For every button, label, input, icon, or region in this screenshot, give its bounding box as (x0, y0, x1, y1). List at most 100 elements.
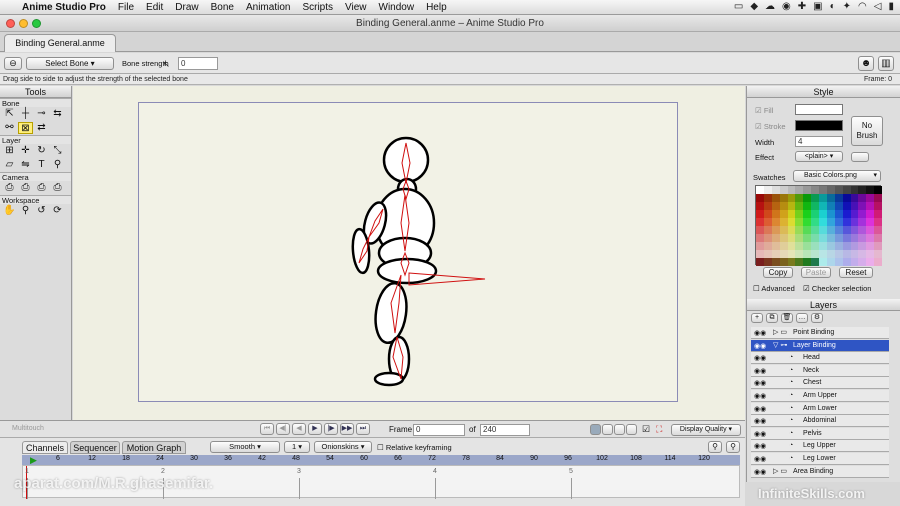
track-camera-icon[interactable]: ⎙ (2, 182, 17, 194)
visibility-eye-icon[interactable]: ◉◉ (754, 366, 766, 378)
color-swatch[interactable] (756, 258, 764, 266)
stroke-checkbox[interactable]: ☑ Stroke (755, 122, 786, 131)
color-swatch[interactable] (795, 202, 804, 210)
color-swatch[interactable] (803, 250, 812, 258)
tab-motion-graph[interactable]: Motion Graph (122, 441, 186, 454)
color-swatch[interactable] (771, 234, 780, 242)
color-swatch[interactable] (826, 202, 835, 210)
menu-help[interactable]: Help (420, 2, 453, 13)
color-swatch[interactable] (795, 250, 804, 258)
select-bone-button[interactable]: Select Bone ▾ (26, 57, 114, 70)
color-swatch[interactable] (819, 218, 827, 226)
text-icon[interactable]: T (34, 159, 49, 171)
color-swatch[interactable] (756, 242, 764, 250)
rewind-button[interactable]: ⏮ (260, 423, 274, 435)
view-split-icon[interactable] (602, 424, 613, 435)
color-swatch[interactable] (834, 242, 843, 250)
color-swatch[interactable] (819, 226, 827, 234)
color-swatch[interactable] (858, 258, 867, 266)
color-swatch[interactable] (787, 234, 796, 242)
color-swatch[interactable] (819, 210, 827, 218)
color-swatch[interactable] (803, 210, 812, 218)
color-swatch[interactable] (763, 258, 772, 266)
color-swatch[interactable] (811, 210, 819, 218)
color-swatch[interactable] (771, 210, 780, 218)
interpolation-select[interactable]: Smooth ▾ (210, 441, 280, 453)
color-swatch[interactable] (787, 186, 796, 194)
color-swatch[interactable] (779, 234, 788, 242)
color-swatch[interactable] (834, 194, 843, 202)
color-swatch[interactable] (834, 226, 843, 234)
layer-row[interactable]: ◉◉ ◔ Head (751, 352, 889, 365)
color-swatch[interactable] (819, 258, 827, 266)
status-icon[interactable]: ▣ (813, 1, 822, 12)
color-swatch[interactable] (842, 186, 851, 194)
color-swatch[interactable] (803, 234, 812, 242)
color-swatch[interactable] (811, 250, 819, 258)
color-swatch[interactable] (874, 202, 882, 210)
delete-layer-icon[interactable]: 🗑 (781, 313, 793, 323)
select-bone-icon[interactable]: ⇱ (2, 108, 17, 120)
layer-row[interactable]: ◉◉ ◔ Leg Lower (751, 453, 889, 465)
color-swatch[interactable] (826, 186, 835, 194)
color-swatch[interactable] (811, 258, 819, 266)
color-swatch[interactable] (858, 234, 867, 242)
menu-window[interactable]: Window (373, 2, 421, 13)
shear-layer-icon[interactable]: ▱ (2, 159, 17, 171)
color-swatch[interactable] (858, 202, 867, 210)
color-swatch[interactable] (811, 194, 819, 202)
color-swatch[interactable] (763, 242, 772, 250)
color-swatch[interactable] (866, 258, 875, 266)
color-swatch[interactable] (834, 186, 843, 194)
zoom-in-timeline-icon[interactable]: ⚲ (708, 441, 722, 453)
layer-row[interactable]: ◉◉ ▷ ▭ Area Binding (751, 465, 889, 478)
fast-forward-button[interactable]: ▶▶ (340, 423, 354, 435)
color-swatch[interactable] (787, 202, 796, 210)
color-swatch[interactable] (834, 202, 843, 210)
zoom-out-timeline-icon[interactable]: ⚲ (726, 441, 740, 453)
color-swatch[interactable] (834, 234, 843, 242)
color-swatch[interactable] (858, 194, 867, 202)
status-icon[interactable]: ✦ (843, 1, 851, 12)
close-window-button[interactable] (6, 19, 15, 28)
menu-edit[interactable]: Edit (140, 2, 169, 13)
layer-row[interactable]: ◉◉ ◔ Abdominal (751, 415, 889, 428)
color-swatch[interactable] (819, 242, 827, 250)
menu-view[interactable]: View (339, 2, 373, 13)
menu-draw[interactable]: Draw (169, 2, 204, 13)
end-button[interactable]: ⏭ (356, 423, 370, 435)
color-swatch[interactable] (874, 234, 882, 242)
color-swatch[interactable] (787, 218, 796, 226)
color-swatch[interactable] (858, 210, 867, 218)
advanced-checkbox[interactable]: ☐ Advanced (753, 284, 795, 293)
color-swatch[interactable] (819, 234, 827, 242)
swatches-select[interactable]: Basic Colors.png ▾ (793, 170, 881, 182)
color-swatch[interactable] (803, 258, 812, 266)
document-tab[interactable]: Binding General.anme (4, 34, 116, 52)
color-swatch[interactable] (866, 202, 875, 210)
color-swatch[interactable] (811, 226, 819, 234)
color-swatch[interactable] (795, 218, 804, 226)
visibility-eye-icon[interactable]: ◉◉ (754, 341, 766, 353)
bone-strength-tool-icon[interactable]: ⊠ (18, 122, 33, 134)
color-swatch[interactable] (850, 186, 859, 194)
stroke-color-swatch[interactable] (795, 120, 843, 131)
color-swatch[interactable] (795, 258, 804, 266)
interpolation-number-select[interactable]: 1 ▾ (284, 441, 310, 453)
layer-row[interactable]: ◉◉ ◔ Arm Lower (751, 402, 889, 415)
visibility-eye-icon[interactable]: ◉◉ (754, 391, 766, 403)
color-swatch[interactable] (874, 250, 882, 258)
layer-row[interactable]: ◉◉ ▷ ▭ Point Binding (751, 327, 889, 339)
layer-settings-icon[interactable]: … (796, 313, 808, 323)
color-swatch[interactable] (858, 218, 867, 226)
color-swatch[interactable] (850, 210, 859, 218)
color-swatch[interactable] (866, 218, 875, 226)
color-swatch[interactable] (819, 202, 827, 210)
color-swatch[interactable] (850, 194, 859, 202)
color-swatch[interactable] (763, 202, 772, 210)
translate-layer-icon[interactable]: ✛ (18, 145, 33, 157)
no-brush-button[interactable]: No Brush (851, 116, 883, 146)
color-swatch[interactable] (850, 250, 859, 258)
layer-row[interactable]: ◉◉ ◔ Leg Upper (751, 440, 889, 453)
color-swatch[interactable] (874, 226, 882, 234)
